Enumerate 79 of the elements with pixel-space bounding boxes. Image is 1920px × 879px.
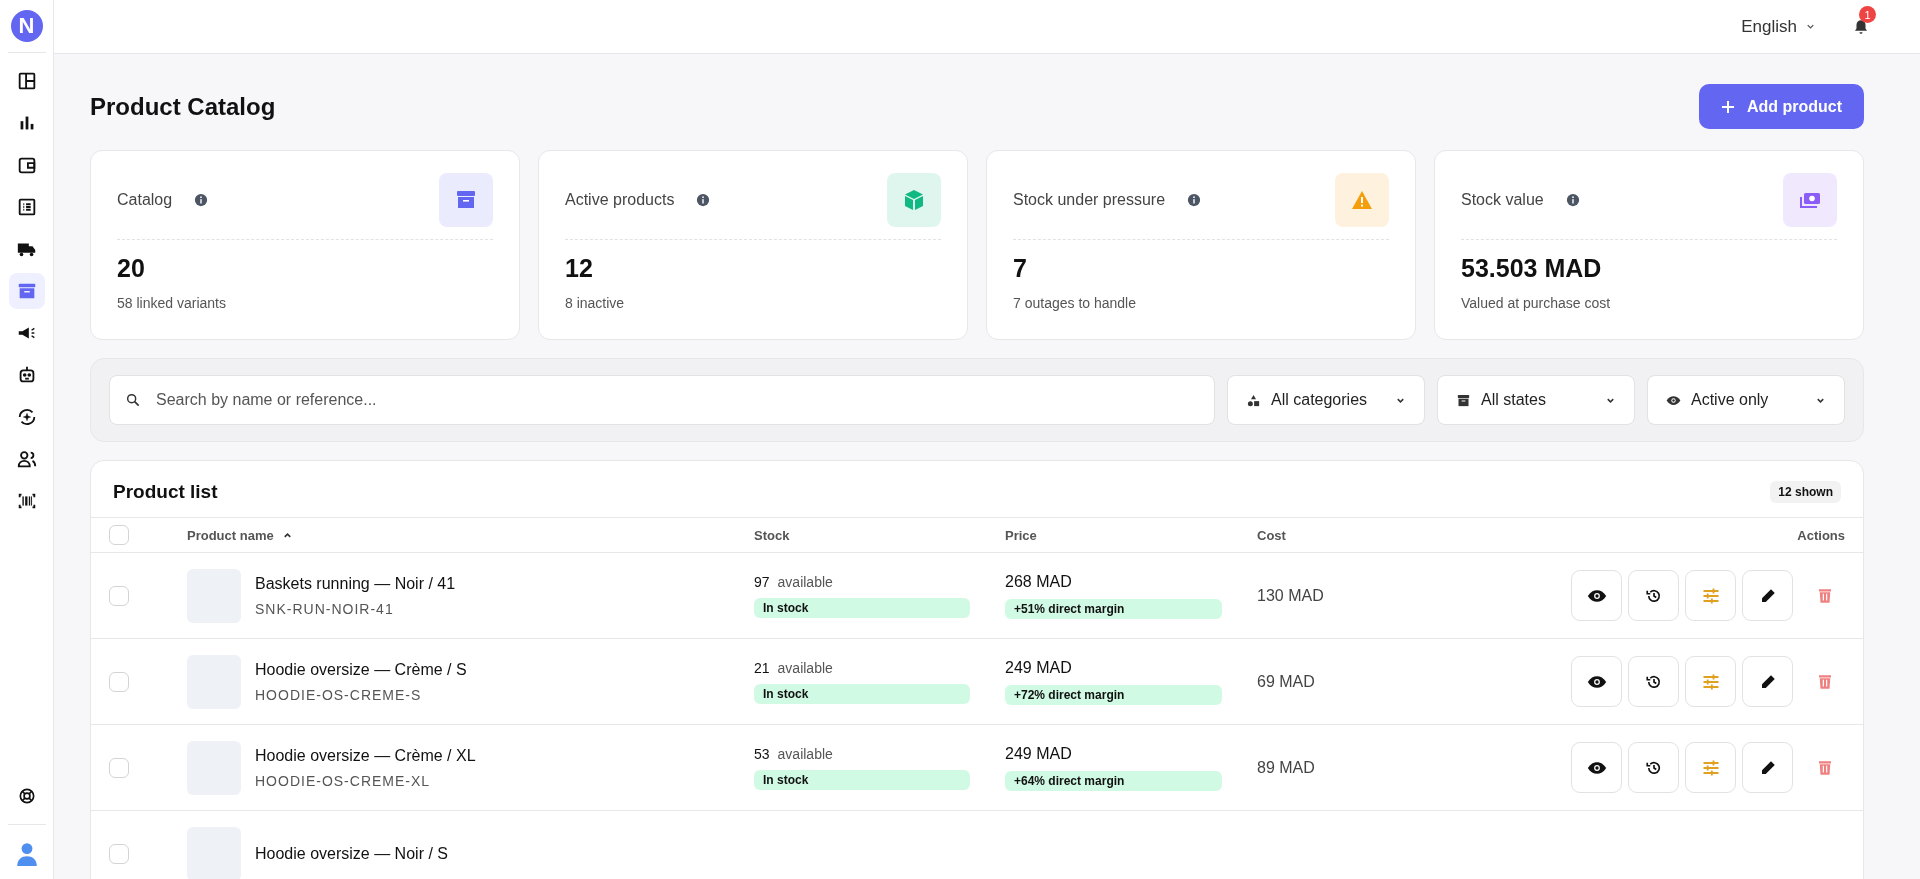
product-name: Hoodie oversize — Noir / S	[255, 844, 448, 863]
price-value: 268 MAD	[1005, 572, 1073, 591]
stat-value: 12	[565, 254, 594, 283]
info-icon[interactable]	[194, 193, 209, 207]
stat-label: Stock under pressure	[1013, 191, 1166, 209]
page-title: Product Catalog	[90, 92, 276, 121]
nav-archive-icon[interactable]	[8, 273, 45, 309]
column-header[interactable]: Product name	[187, 527, 754, 543]
info-icon[interactable]	[1187, 193, 1202, 207]
adjust-sliders-icon[interactable]	[1685, 656, 1736, 707]
info-icon[interactable]	[1565, 193, 1580, 207]
stat-value: 7	[1013, 254, 1028, 283]
product-sku: HOODIE-OS-CREME-S	[255, 686, 423, 703]
edit-pencil-icon[interactable]	[1742, 656, 1793, 707]
column-header: Cost	[1257, 527, 1287, 543]
stock-label: available	[777, 659, 833, 676]
view-eye-icon[interactable]	[1571, 570, 1622, 621]
row-checkbox[interactable]	[109, 843, 129, 864]
stat-note: Valued at purchase cost	[1461, 295, 1612, 311]
notification-bell-icon[interactable]	[1852, 17, 1870, 36]
column-header: Actions	[1797, 527, 1845, 543]
product-name: Baskets running — Noir / 41	[255, 574, 456, 593]
info-icon[interactable]	[696, 193, 711, 207]
shown-count-badge: 12 shown	[1770, 481, 1841, 503]
stock-label: available	[777, 573, 833, 590]
stat-value: 20	[117, 254, 146, 283]
history-icon[interactable]	[1628, 742, 1679, 793]
cost-value: 69 MAD	[1257, 672, 1316, 691]
stock-label: available	[777, 745, 833, 762]
plus-icon	[1720, 99, 1735, 114]
stock-status-badge: In stock	[754, 769, 970, 790]
language-selector[interactable]: English	[1735, 15, 1822, 38]
stock-quantity: 21	[754, 659, 770, 676]
notification-count: 1	[1859, 6, 1876, 23]
cost-value: 89 MAD	[1257, 758, 1316, 777]
edit-pencil-icon[interactable]	[1742, 742, 1793, 793]
shapes-icon	[1246, 392, 1261, 408]
row-checkbox[interactable]	[109, 671, 129, 692]
table-title: Product list	[113, 481, 218, 503]
product-name: Hoodie oversize — Crème / XL	[255, 746, 476, 765]
adjust-sliders-icon[interactable]	[1685, 570, 1736, 621]
price-value: 249 MAD	[1005, 658, 1073, 677]
stat-note: 8 inactive	[565, 295, 626, 311]
stock-status-badge: In stock	[754, 683, 970, 704]
view-eye-icon[interactable]	[1571, 742, 1622, 793]
history-icon[interactable]	[1628, 656, 1679, 707]
product-name: Hoodie oversize — Crème / S	[255, 660, 467, 679]
margin-badge: +51% direct margin	[1005, 598, 1222, 619]
edit-pencil-icon[interactable]	[1742, 570, 1793, 621]
filter-dropdown[interactable]: All states	[1437, 375, 1635, 425]
stat-note: 58 linked variants	[117, 295, 227, 311]
margin-badge: +64% direct margin	[1005, 770, 1222, 791]
select-all-checkbox[interactable]	[109, 525, 129, 545]
history-icon[interactable]	[1628, 570, 1679, 621]
row-checkbox[interactable]	[109, 585, 129, 606]
stat-note: 7 outages to handle	[1013, 295, 1137, 311]
column-header: Price	[1005, 527, 1038, 543]
stock-quantity: 53	[754, 745, 770, 762]
stat-label: Stock value	[1461, 191, 1544, 209]
margin-badge: +72% direct margin	[1005, 684, 1222, 705]
stock-status-badge: In stock	[754, 597, 970, 618]
stat-label: Catalog	[117, 191, 173, 209]
row-checkbox[interactable]	[109, 757, 129, 778]
app-logo[interactable]: N	[10, 10, 43, 42]
product-sku: SNK-RUN-NOIR-41	[255, 600, 395, 617]
search-field[interactable]: Search by name or reference...	[109, 375, 1215, 425]
add-product-button[interactable]: Add product	[1698, 84, 1864, 129]
filter-dropdown[interactable]: Active only	[1647, 375, 1845, 425]
view-eye-icon[interactable]	[1571, 656, 1622, 707]
cost-value: 130 MAD	[1257, 586, 1325, 605]
adjust-sliders-icon[interactable]	[1685, 742, 1736, 793]
column-header: Stock	[754, 527, 791, 543]
stock-quantity: 97	[754, 573, 770, 590]
price-value: 249 MAD	[1005, 744, 1073, 763]
stat-label: Active products	[565, 191, 675, 209]
stat-value: 53.503 MAD	[1461, 254, 1603, 283]
filter-dropdown[interactable]: All categories	[1227, 375, 1425, 425]
product-sku: HOODIE-OS-CREME-XL	[255, 772, 432, 789]
archive-icon	[1456, 392, 1471, 408]
